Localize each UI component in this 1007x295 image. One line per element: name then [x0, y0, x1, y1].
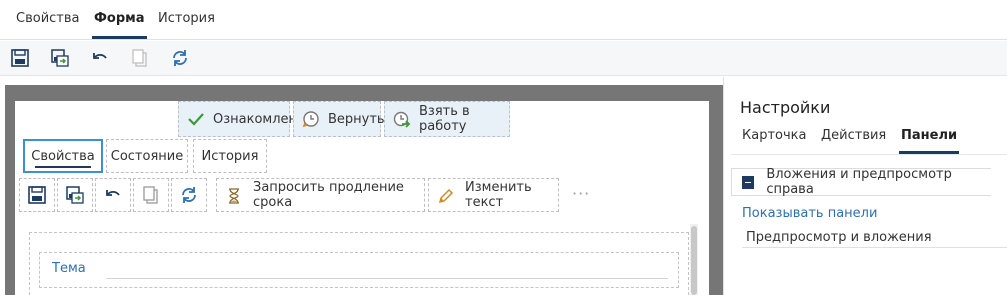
- show-panels-select[interactable]: Предпросмотр и вложения: [742, 228, 1007, 248]
- tab-label: Свойства: [31, 148, 95, 164]
- more-actions-button[interactable]: ···: [572, 184, 590, 203]
- hourglass-icon: [225, 186, 243, 204]
- button-label: Изменить текст: [465, 180, 532, 210]
- refresh-icon: [173, 50, 187, 66]
- undo-button[interactable]: [90, 48, 112, 70]
- tab-label: Свойства: [16, 11, 80, 26]
- inner-tab-history[interactable]: История: [193, 139, 267, 173]
- top-tab-bar: Свойства Форма История: [0, 0, 1007, 40]
- subject-input[interactable]: [106, 278, 668, 279]
- button-label: Вернуть: [328, 111, 385, 127]
- inner-copy-button[interactable]: [133, 178, 169, 212]
- group-label: Вложения и предпросмотр справа: [766, 167, 952, 197]
- settings-title: Настройки: [740, 98, 831, 117]
- tab-label: Панели: [901, 128, 958, 143]
- undo-icon: [93, 53, 107, 59]
- refresh-icon: [182, 187, 196, 203]
- canvas-scrollbar[interactable]: [691, 226, 697, 295]
- inner-undo-button[interactable]: [95, 178, 131, 212]
- tab-label: Карточка: [742, 128, 807, 143]
- undo-icon: [106, 190, 120, 196]
- show-panels-label: Показывать панели: [742, 206, 878, 221]
- settings-divider: [731, 154, 1007, 155]
- inner-tab-properties[interactable]: Свойства: [23, 139, 103, 173]
- save-and-continue-button[interactable]: [50, 48, 72, 70]
- clock-return-icon: [302, 110, 320, 128]
- inner-save-and-continue-button[interactable]: [57, 178, 93, 212]
- attachments-preview-group[interactable]: Вложения и предпросмотр справа: [731, 167, 991, 197]
- inner-tab-state[interactable]: Состояние: [106, 139, 188, 173]
- tab-label: История: [158, 11, 215, 26]
- tab-form[interactable]: Форма: [92, 11, 147, 39]
- subject-field-block: [39, 252, 679, 288]
- inner-refresh-button[interactable]: [171, 178, 207, 212]
- save-and-continue-icon: [51, 49, 69, 67]
- main-toolbar: [0, 41, 1007, 76]
- return-button[interactable]: Вернуть: [293, 101, 385, 137]
- active-tab-underline: [35, 166, 91, 168]
- inner-save-button[interactable]: [19, 178, 55, 212]
- copy-icon: [132, 49, 147, 67]
- settings-tab-card[interactable]: Карточка: [742, 128, 806, 154]
- copy-button[interactable]: [130, 48, 152, 70]
- tab-label: Форма: [94, 11, 145, 26]
- copy-icon: [143, 186, 158, 204]
- save-icon: [28, 186, 46, 204]
- tab-properties[interactable]: Свойства: [16, 11, 80, 39]
- checkmark-icon: [187, 110, 205, 128]
- save-icon: [11, 49, 29, 67]
- collapse-minus-icon[interactable]: [742, 175, 755, 189]
- edit-text-button[interactable]: Изменить текст: [428, 178, 559, 212]
- tab-label: Действия: [821, 128, 887, 143]
- button-label: Взять в работу: [419, 104, 470, 134]
- button-label: Запросить продление срока: [253, 180, 404, 210]
- save-and-continue-icon: [66, 186, 84, 204]
- settings-tab-panels[interactable]: Панели: [899, 128, 960, 154]
- clock-arrow-icon: [393, 110, 411, 128]
- tab-label: Состояние: [110, 148, 184, 164]
- pencil-icon: [437, 186, 455, 204]
- refresh-button[interactable]: [170, 48, 192, 70]
- button-label: Ознакомлен: [213, 111, 298, 127]
- tab-label: История: [201, 148, 259, 164]
- tab-history[interactable]: История: [158, 11, 215, 39]
- save-button[interactable]: [10, 48, 32, 70]
- acknowledged-button[interactable]: Ознакомлен: [178, 101, 297, 137]
- active-tab-underline: [92, 36, 147, 39]
- take-to-work-button[interactable]: Взять в работу: [384, 101, 510, 137]
- request-extension-button[interactable]: Запросить продление срока: [216, 178, 425, 212]
- settings-tab-actions[interactable]: Действия: [821, 128, 886, 154]
- subject-label: Тема: [52, 261, 86, 276]
